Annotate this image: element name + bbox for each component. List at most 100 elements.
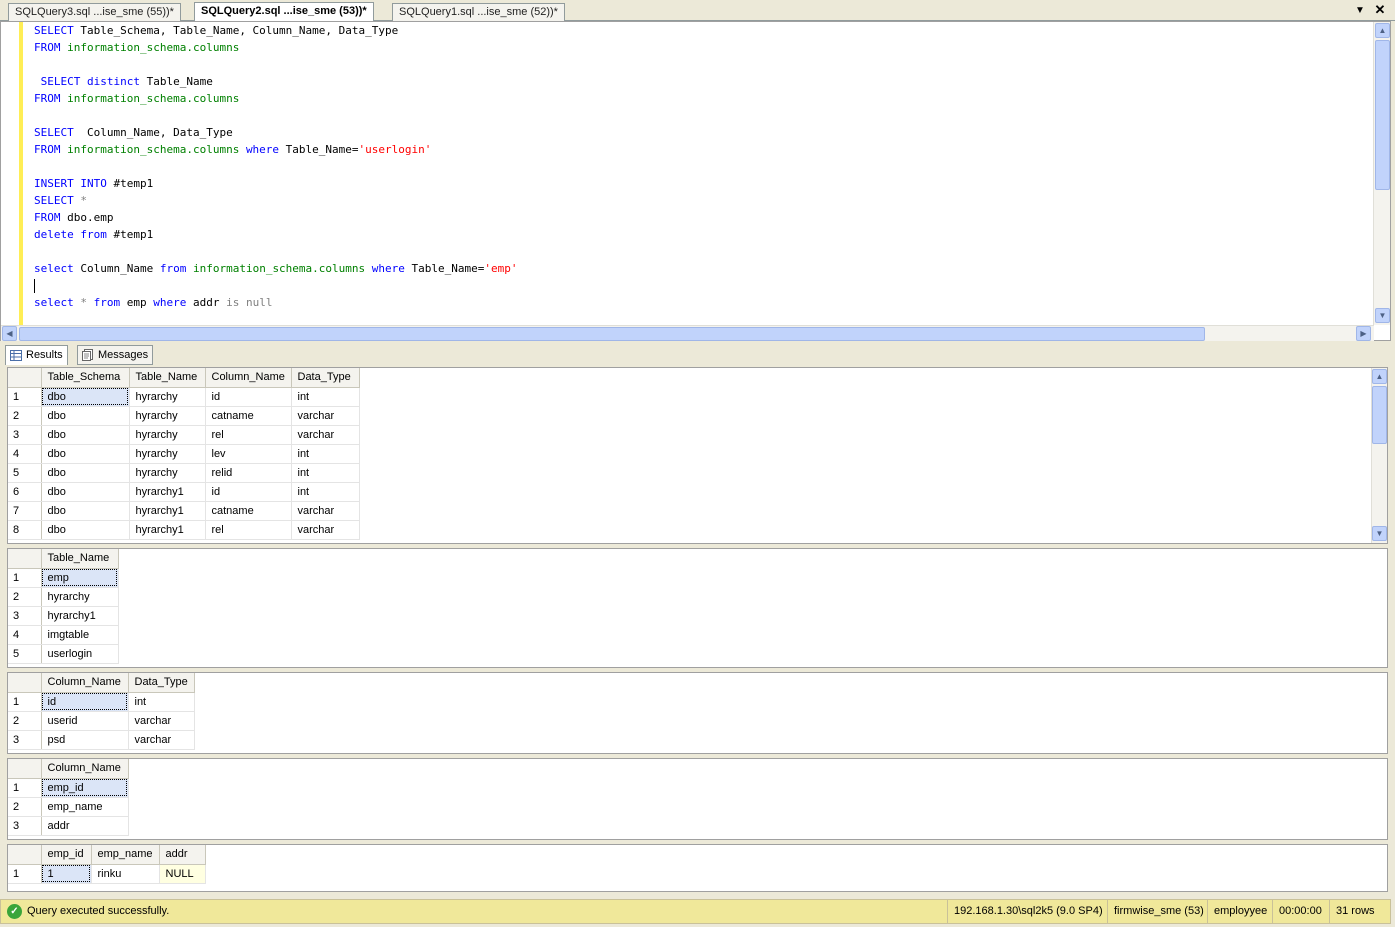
table-cell[interactable]: hyrarchy (129, 406, 206, 426)
scroll-thumb[interactable] (19, 327, 1205, 341)
row-number[interactable]: 2 (8, 406, 42, 426)
table-cell[interactable]: varchar (291, 406, 360, 426)
table-row[interactable]: 3 hyrarchy1 (8, 606, 119, 626)
table-cell[interactable]: emp (41, 568, 119, 588)
code-area[interactable]: SELECT Table_Schema, Table_Name, Column_… (34, 22, 1364, 325)
table-row[interactable]: 2 dbo hyrarchy catname varchar (8, 406, 360, 426)
table-cell[interactable]: rel (205, 425, 292, 445)
code-line[interactable]: INSERT INTO #temp1 (34, 175, 1364, 192)
table-cell[interactable]: userid (41, 711, 129, 731)
column-header[interactable]: addr (159, 845, 206, 865)
scroll-left-icon[interactable]: ◀ (2, 326, 17, 341)
table-cell[interactable]: dbo (41, 444, 130, 464)
code-line[interactable]: SELECT * (34, 192, 1364, 209)
scroll-thumb[interactable] (1375, 40, 1390, 190)
table-row[interactable]: 3 psd varchar (8, 730, 195, 750)
column-header[interactable]: Data_Type (128, 673, 195, 693)
table-cell[interactable]: hyrarchy1 (129, 501, 206, 521)
grid-vertical-scrollbar[interactable]: ▲ ▼ (1371, 368, 1387, 543)
scroll-right-icon[interactable]: ▶ (1356, 326, 1371, 341)
table-row[interactable]: 1 emp_id (8, 778, 129, 798)
table-row[interactable]: 4 dbo hyrarchy lev int (8, 444, 360, 464)
scroll-down-icon[interactable]: ▼ (1375, 308, 1390, 323)
code-line[interactable] (34, 158, 1364, 175)
table-cell[interactable]: varchar (291, 501, 360, 521)
table-cell[interactable]: rinku (91, 864, 160, 884)
row-number[interactable]: 1 (8, 778, 42, 798)
code-line[interactable]: FROM information_schema.columns (34, 39, 1364, 56)
tab-results[interactable]: Results (5, 345, 68, 365)
table-cell[interactable]: int (291, 482, 360, 502)
column-header[interactable]: Data_Type (291, 368, 360, 388)
row-number[interactable]: 2 (8, 587, 42, 607)
code-line[interactable]: FROM information_schema.columns where Ta… (34, 141, 1364, 158)
code-line[interactable]: SELECT distinct Table_Name (34, 73, 1364, 90)
table-cell[interactable]: int (291, 463, 360, 483)
table-cell[interactable]: relid (205, 463, 292, 483)
table-cell[interactable]: dbo (41, 425, 130, 445)
table-cell[interactable]: varchar (128, 730, 195, 750)
table-row[interactable]: 1 dbo hyrarchy id int (8, 387, 360, 407)
table-cell[interactable]: lev (205, 444, 292, 464)
table-cell[interactable]: userlogin (41, 644, 119, 664)
editor-vertical-scrollbar[interactable]: ▲ ▼ (1373, 22, 1390, 325)
table-cell[interactable]: 1 (41, 864, 92, 884)
scroll-up-icon[interactable]: ▲ (1375, 23, 1390, 38)
code-line[interactable]: SELECT Table_Schema, Table_Name, Column_… (34, 22, 1364, 39)
table-cell[interactable]: id (205, 482, 292, 502)
column-header[interactable]: Table_Schema (41, 368, 130, 388)
table-cell[interactable]: emp_name (41, 797, 129, 817)
row-number[interactable]: 8 (8, 520, 42, 540)
column-header[interactable]: emp_id (41, 845, 92, 865)
row-number[interactable]: 3 (8, 730, 42, 750)
table-row[interactable]: 3 dbo hyrarchy rel varchar (8, 425, 360, 445)
code-line[interactable]: SELECT Column_Name, Data_Type (34, 124, 1364, 141)
table-row[interactable]: 8 dbo hyrarchy1 rel varchar (8, 520, 360, 540)
column-header[interactable]: Table_Name (129, 368, 206, 388)
table-cell[interactable]: dbo (41, 482, 130, 502)
row-number[interactable]: 4 (8, 625, 42, 645)
select-all-corner[interactable] (8, 673, 42, 693)
table-cell[interactable]: rel (205, 520, 292, 540)
table-cell[interactable]: hyrarchy1 (41, 606, 119, 626)
doc-tab-sqlquery1[interactable]: SQLQuery1.sql ...ise_sme (52))* (392, 3, 565, 21)
select-all-corner[interactable] (8, 759, 42, 779)
row-number[interactable]: 5 (8, 644, 42, 664)
table-cell[interactable]: emp_id (41, 778, 129, 798)
row-number[interactable]: 1 (8, 387, 42, 407)
table-cell[interactable]: varchar (291, 425, 360, 445)
table-cell[interactable]: dbo (41, 463, 130, 483)
table-cell[interactable]: dbo (41, 501, 130, 521)
table-cell[interactable]: addr (41, 816, 129, 836)
table-cell[interactable]: catname (205, 406, 292, 426)
table-cell[interactable]: dbo (41, 387, 130, 407)
table-row[interactable]: 5 dbo hyrarchy relid int (8, 463, 360, 483)
row-number[interactable]: 2 (8, 711, 42, 731)
code-line[interactable] (34, 243, 1364, 260)
table-cell[interactable]: hyrarchy (129, 387, 206, 407)
scroll-thumb[interactable] (1372, 386, 1387, 444)
column-header[interactable]: Column_Name (41, 673, 129, 693)
table-row[interactable]: 2 hyrarchy (8, 587, 119, 607)
row-number[interactable]: 3 (8, 816, 42, 836)
table-cell[interactable]: NULL (159, 864, 206, 884)
doc-tab-sqlquery3[interactable]: SQLQuery3.sql ...ise_sme (55))* (8, 3, 181, 21)
code-line[interactable] (34, 107, 1364, 124)
row-number[interactable]: 1 (8, 692, 42, 712)
row-number[interactable]: 3 (8, 425, 42, 445)
row-number[interactable]: 2 (8, 797, 42, 817)
row-number[interactable]: 3 (8, 606, 42, 626)
column-header[interactable]: emp_name (91, 845, 160, 865)
table-cell[interactable]: int (291, 444, 360, 464)
row-number[interactable]: 4 (8, 444, 42, 464)
table-cell[interactable]: hyrarchy (129, 463, 206, 483)
scroll-down-icon[interactable]: ▼ (1372, 526, 1387, 541)
row-number[interactable]: 7 (8, 501, 42, 521)
code-line[interactable]: select * from emp where addr is null (34, 294, 1364, 311)
table-cell[interactable]: imgtable (41, 625, 119, 645)
select-all-corner[interactable] (8, 549, 42, 569)
table-cell[interactable]: varchar (291, 520, 360, 540)
scroll-up-icon[interactable]: ▲ (1372, 369, 1387, 384)
code-line[interactable] (34, 56, 1364, 73)
table-row[interactable]: 1 emp (8, 568, 119, 588)
